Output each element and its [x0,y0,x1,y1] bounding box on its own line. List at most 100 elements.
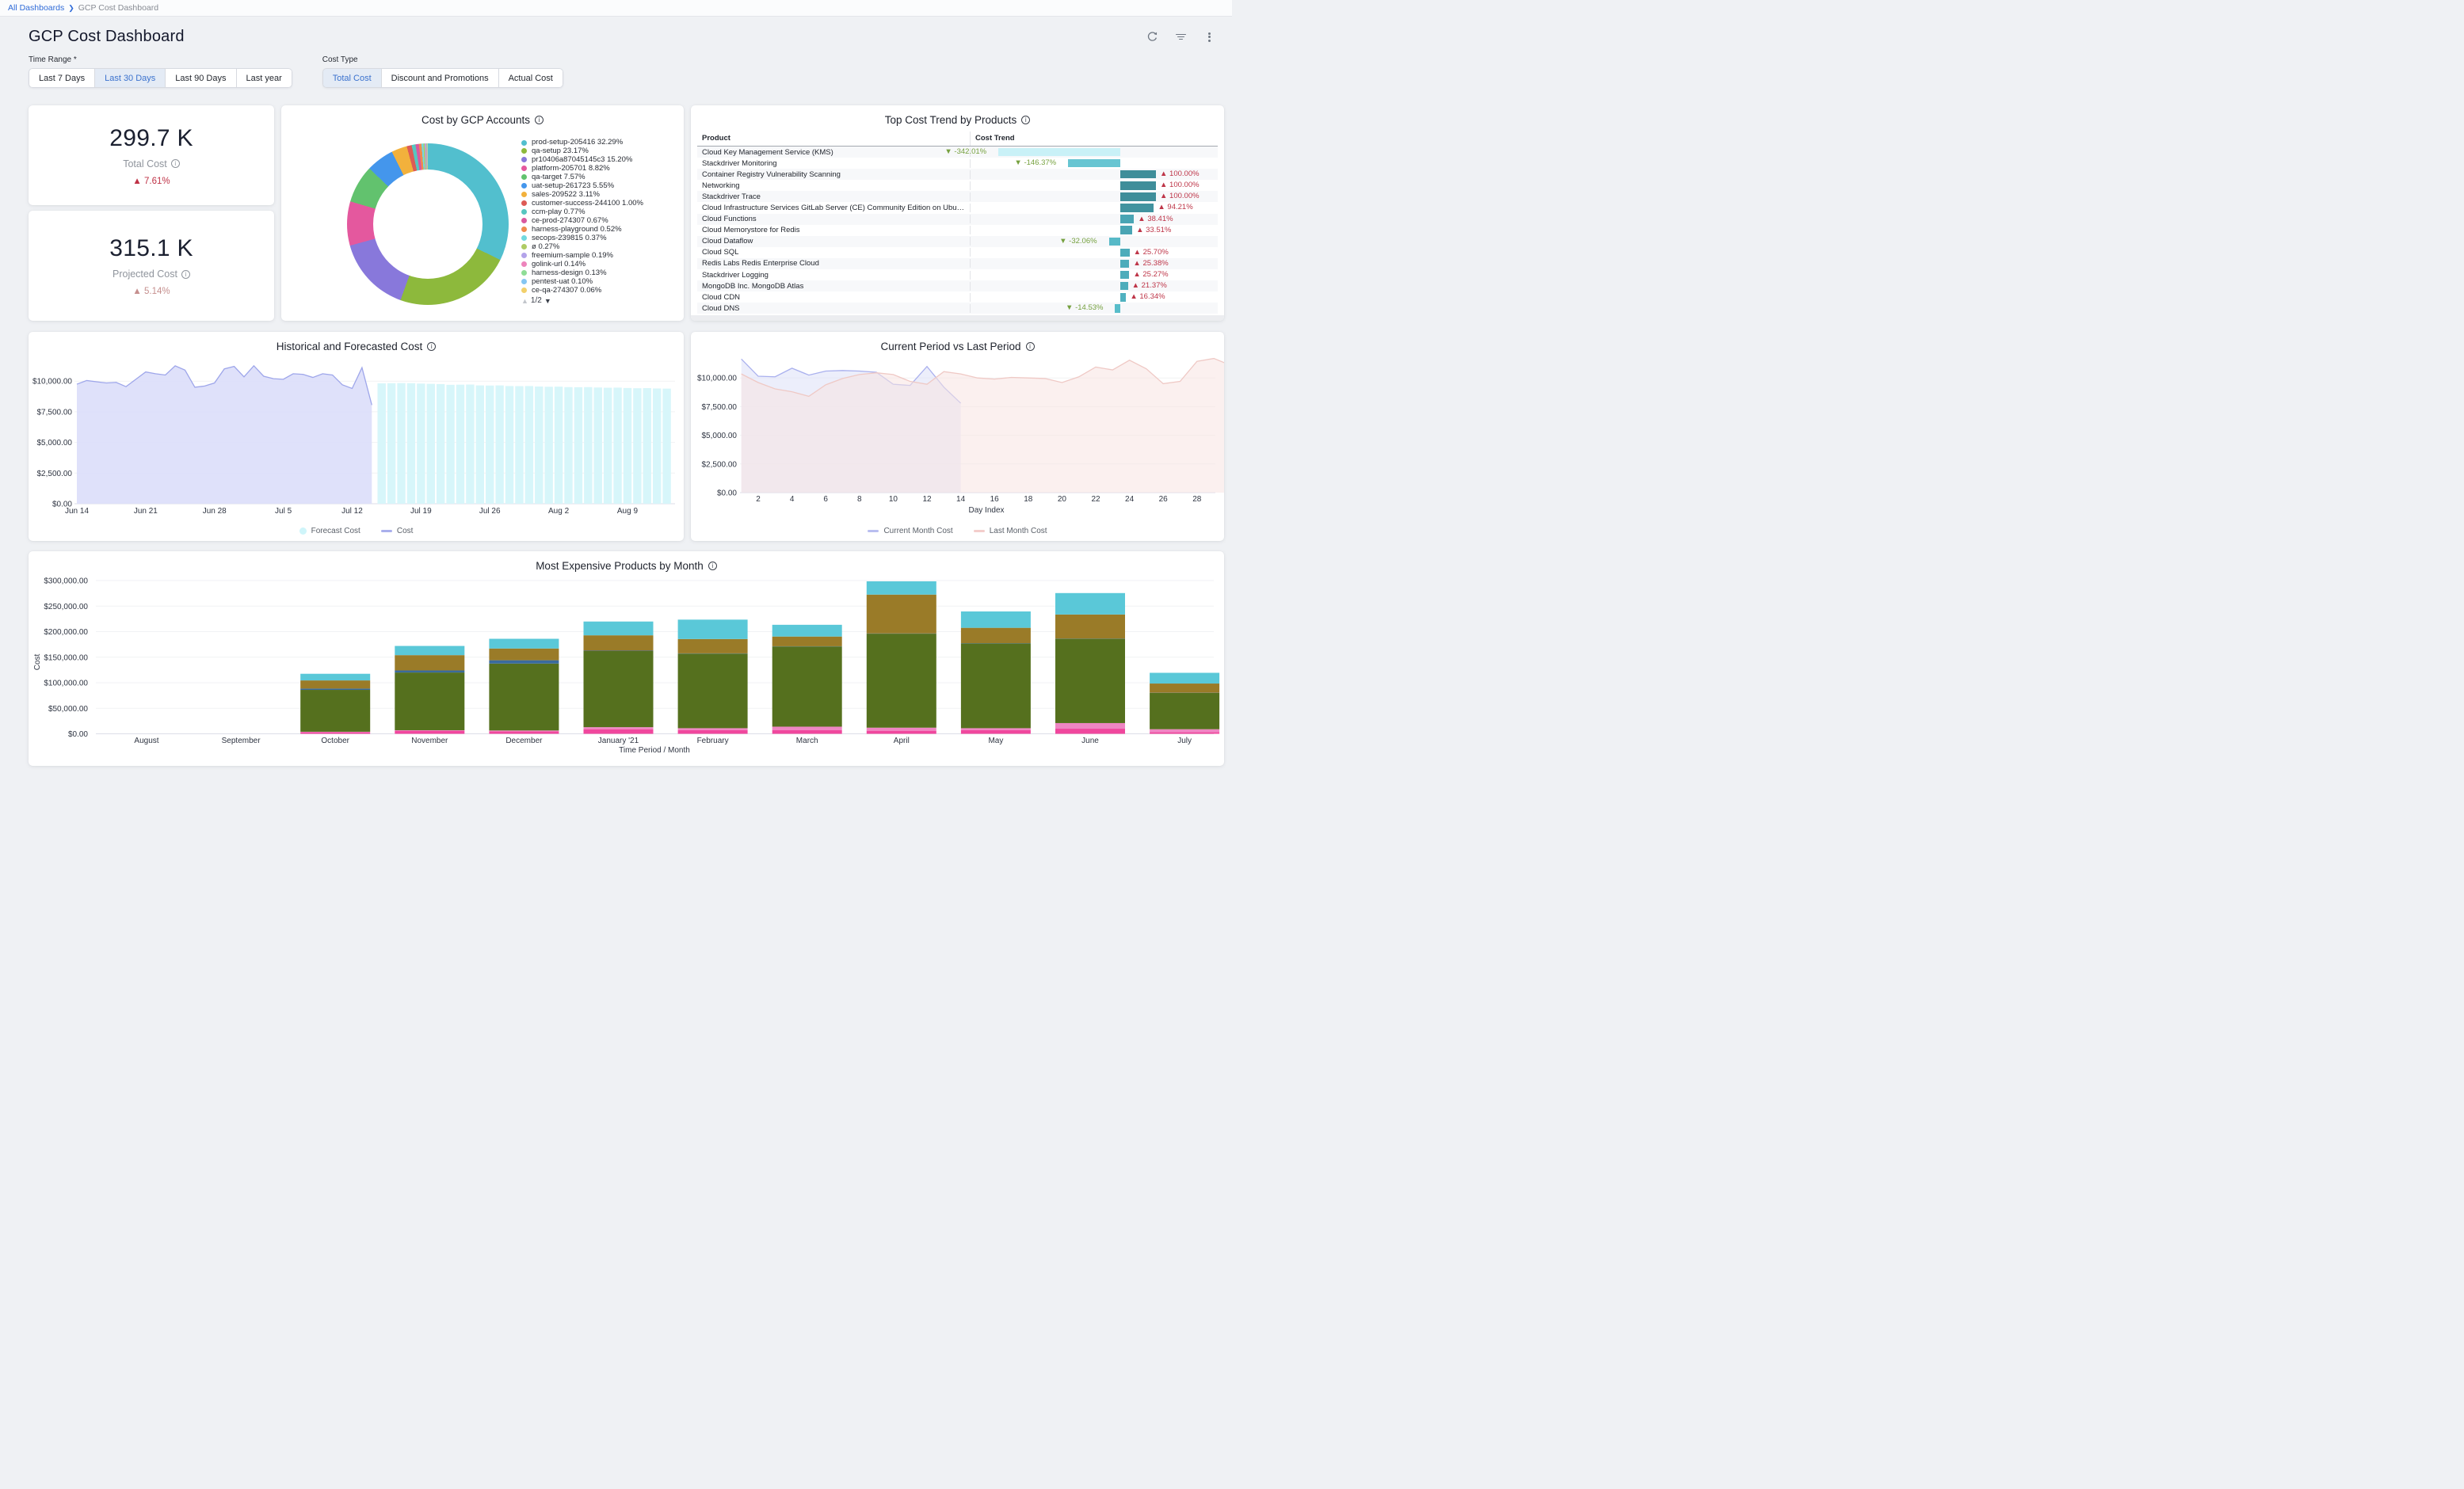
stacked-bar [489,639,559,734]
svg-text:$10,000.00: $10,000.00 [697,375,737,383]
dashboard-page: GCP Cost Dashboard Time Range * Last 7 D… [0,28,1232,766]
donut-legend-item[interactable]: harness-design 0.13% [521,269,680,278]
table-row: Stackdriver Trace▲ 100.00% [697,191,1218,202]
donut-legend-item[interactable]: qa-target 7.57% [521,173,680,182]
svg-text:16: 16 [990,495,1000,504]
legend-dot [521,157,527,162]
info-icon[interactable]: i [1026,342,1035,351]
trend-value: ▲ 25.70% [1134,248,1169,257]
option-last-year[interactable]: Last year [237,68,292,88]
donut-legend-item[interactable]: uat-setup-261723 5.55% [521,182,680,191]
trend-value: ▲ 100.00% [1160,169,1200,178]
svg-text:Jul 19: Jul 19 [410,507,432,516]
trend-bar [1120,282,1128,291]
info-icon[interactable]: i [427,342,436,351]
time-range-label: Time Range * [29,55,292,64]
donut-legend-item[interactable]: platform-205701 8.82% [521,165,680,173]
donut-legend-item[interactable]: ccm-play 0.77% [521,208,680,217]
page-title: GCP Cost Dashboard [29,28,185,46]
option-last-7-days[interactable]: Last 7 Days [29,68,95,88]
stacked-bar [678,619,748,733]
product-cell: Cloud SQL [697,248,971,257]
table-row: Cloud Infrastructure Services GitLab Ser… [697,202,1218,213]
trend-value: ▼ -342.01% [944,147,986,156]
legend-label: harness-playground 0.52% [532,226,622,234]
legend-item[interactable]: Current Month Cost [868,527,952,535]
product-cell: Cloud DNS [697,304,971,313]
filter-button[interactable] [1173,30,1188,44]
info-icon[interactable]: i [1021,116,1030,124]
legend-label: Current Month Cost [883,527,952,535]
donut-legend-item[interactable]: golink-url 0.14% [521,261,680,269]
monthly-products-card: Most Expensive Products by Month i $300,… [29,551,1224,766]
cost-trend-cell: ▲ 33.51% [971,225,1218,236]
option-total-cost[interactable]: Total Cost [322,68,382,88]
period-compare-chart: $10,000.00$7,500.00$5,000.00$2,500.00$0.… [691,332,1224,541]
column-header-product[interactable]: Product [697,131,971,146]
svg-text:$5,000.00: $5,000.00 [702,432,738,440]
donut-legend-item[interactable]: ce-prod-274307 0.67% [521,217,680,226]
svg-text:6: 6 [823,495,828,504]
donut-legend-item[interactable]: prod-setup-205416 32.29% [521,139,680,147]
svg-text:$150,000.00: $150,000.00 [44,653,88,662]
page-up-icon[interactable]: ▲ [521,297,528,305]
table-row: Cloud DNS▼ -14.53% [697,303,1218,314]
table-row: Networking▲ 100.00% [697,180,1218,191]
info-icon[interactable]: i [535,116,544,124]
trend-value: ▲ 25.27% [1133,270,1168,279]
info-icon[interactable]: i [181,270,190,279]
table-scrollbar-track[interactable] [691,315,1224,321]
product-cell: Stackdriver Logging [697,271,971,280]
legend-dot [521,140,527,146]
legend-label: ø 0.27% [532,243,559,252]
table-row: Container Registry Vulnerability Scannin… [697,169,1218,180]
donut-legend-item[interactable]: sales-209522 3.11% [521,191,680,200]
top-cost-trend-card: Top Cost Trend by Products i Product Cos… [691,105,1224,321]
donut-legend-item[interactable]: freemium-sample 0.19% [521,252,680,261]
product-cell: Stackdriver Monitoring [697,159,971,168]
donut-legend-item[interactable]: secops-239815 0.37% [521,234,680,243]
option-last-30-days[interactable]: Last 30 Days [95,68,166,88]
table-row: MongoDB Inc. MongoDB Atlas▲ 21.37% [697,280,1218,291]
svg-text:12: 12 [922,495,932,504]
legend-item[interactable]: Cost [381,527,414,535]
donut-legend-item[interactable]: customer-success-244100 1.00% [521,200,680,208]
trend-bar [998,148,1120,157]
more-options-button[interactable] [1202,30,1216,44]
svg-text:Cost: Cost [33,653,42,670]
product-cell: Cloud Memorystore for Redis [697,226,971,234]
legend-pagination: ▲1/2▼ [521,296,680,305]
option-discount-and-promotions[interactable]: Discount and Promotions [382,68,499,88]
column-header-cost-trend[interactable]: Cost Trend [971,131,1218,146]
donut-legend-item[interactable]: ce-qa-274307 0.06% [521,287,680,295]
option-actual-cost[interactable]: Actual Cost [499,68,563,88]
donut-legend-item[interactable]: harness-playground 0.52% [521,226,680,234]
donut-legend-item[interactable]: ø 0.27% [521,243,680,252]
info-icon[interactable]: i [171,159,180,168]
donut-legend-item[interactable]: pr10406a87045145c3 15.20% [521,156,680,165]
breadcrumb-link-all-dashboards[interactable]: All Dashboards [8,3,64,13]
stacked-bar [300,674,370,734]
breadcrumb: All Dashboards ❯ GCP Cost Dashboard [0,0,1232,17]
svg-text:June: June [1081,737,1099,745]
svg-text:$0.00: $0.00 [717,489,737,498]
legend-dot [521,183,527,189]
gcp-accounts-donut-chart [347,143,509,305]
cost-trend-cell: ▼ -32.06% [971,236,1218,247]
trend-bar [1120,260,1129,268]
page-indicator: 1/2 [531,296,542,305]
donut-legend-item[interactable]: pentest-uat 0.10% [521,278,680,287]
donut-legend-item[interactable]: qa-setup 23.17% [521,147,680,156]
page-down-icon[interactable]: ▼ [544,297,551,305]
legend-label: pentest-uat 0.10% [532,278,593,287]
svg-text:Jun 21: Jun 21 [134,507,158,516]
svg-text:Jul 26: Jul 26 [479,507,501,516]
legend-item[interactable]: Forecast Cost [299,527,360,535]
option-last-90-days[interactable]: Last 90 Days [166,68,236,88]
legend-dot [521,235,527,241]
info-icon[interactable]: i [708,562,717,570]
cost-type-label: Cost Type [322,55,563,64]
svg-text:August: August [134,737,158,745]
legend-item[interactable]: Last Month Cost [974,527,1047,535]
refresh-button[interactable] [1145,30,1159,44]
